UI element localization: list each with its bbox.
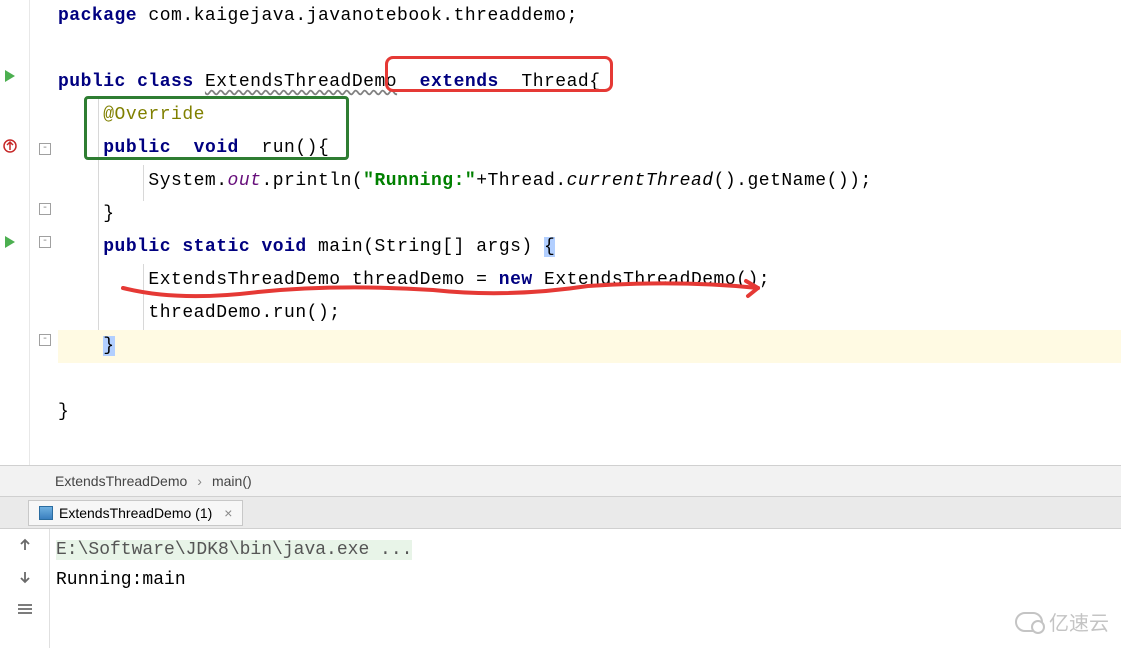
code-pane[interactable]: package com.kaigejava.javanotebook.threa…	[58, 0, 1121, 465]
code-blank	[58, 363, 1121, 396]
code-line-close-run: }	[58, 198, 1121, 231]
code-line-package: package com.kaigejava.javanotebook.threa…	[58, 0, 1121, 33]
fold-toggle-icon[interactable]: -	[39, 236, 51, 248]
scroll-down-icon[interactable]	[15, 567, 35, 587]
fold-gutter: - - - -	[30, 0, 58, 465]
code-line-call: threadDemo.run();	[58, 297, 1121, 330]
run-tool-tabs: ExtendsThreadDemo (1) ×	[0, 497, 1121, 529]
watermark: 亿速云	[1015, 607, 1109, 636]
left-gutter	[0, 0, 30, 465]
code-line-close-class: }	[58, 396, 1121, 429]
console-toolbar	[0, 529, 50, 648]
code-editor[interactable]: - - - - package com.kaigejava.javanotebo…	[0, 0, 1121, 465]
code-line-new: ExtendsThreadDemo threadDemo = new Exten…	[58, 264, 1121, 297]
code-line-println: System.out.println("Running:"+Thread.cur…	[58, 165, 1121, 198]
console-line: Running:main	[56, 565, 1115, 595]
code-line-run: public void run(){	[58, 132, 1121, 165]
fold-toggle-icon[interactable]: -	[39, 203, 51, 215]
application-icon	[39, 506, 53, 520]
code-blank	[58, 33, 1121, 66]
console-panel: E:\Software\JDK8\bin\java.exe ... Runnin…	[0, 529, 1121, 648]
code-line-close-main: }	[58, 330, 1121, 363]
code-line-main: public static void main(String[] args) {	[58, 231, 1121, 264]
console-command: E:\Software\JDK8\bin\java.exe ...	[56, 540, 412, 560]
soft-wrap-icon[interactable]	[15, 599, 35, 619]
chevron-right-icon: ›	[197, 473, 202, 489]
breadcrumb-method[interactable]: main()	[212, 473, 252, 489]
run-method-icon[interactable]	[2, 234, 18, 250]
breadcrumb[interactable]: ExtendsThreadDemo › main()	[0, 465, 1121, 497]
fold-toggle-icon[interactable]: -	[39, 143, 51, 155]
fold-toggle-icon[interactable]: -	[39, 334, 51, 346]
run-class-icon[interactable]	[2, 68, 18, 84]
run-tab[interactable]: ExtendsThreadDemo (1) ×	[28, 500, 243, 526]
close-icon[interactable]: ×	[224, 505, 232, 521]
watermark-text: 亿速云	[1049, 607, 1109, 636]
console-output[interactable]: E:\Software\JDK8\bin\java.exe ... Runnin…	[50, 529, 1121, 648]
override-indicator-icon[interactable]	[2, 138, 18, 154]
breadcrumb-class[interactable]: ExtendsThreadDemo	[55, 473, 187, 489]
code-line-class: public class ExtendsThreadDemo extends T…	[58, 66, 1121, 99]
watermark-icon	[1015, 612, 1043, 632]
run-tab-label: ExtendsThreadDemo (1)	[59, 505, 212, 521]
scroll-up-icon[interactable]	[15, 535, 35, 555]
code-line-override: @Override	[58, 99, 1121, 132]
